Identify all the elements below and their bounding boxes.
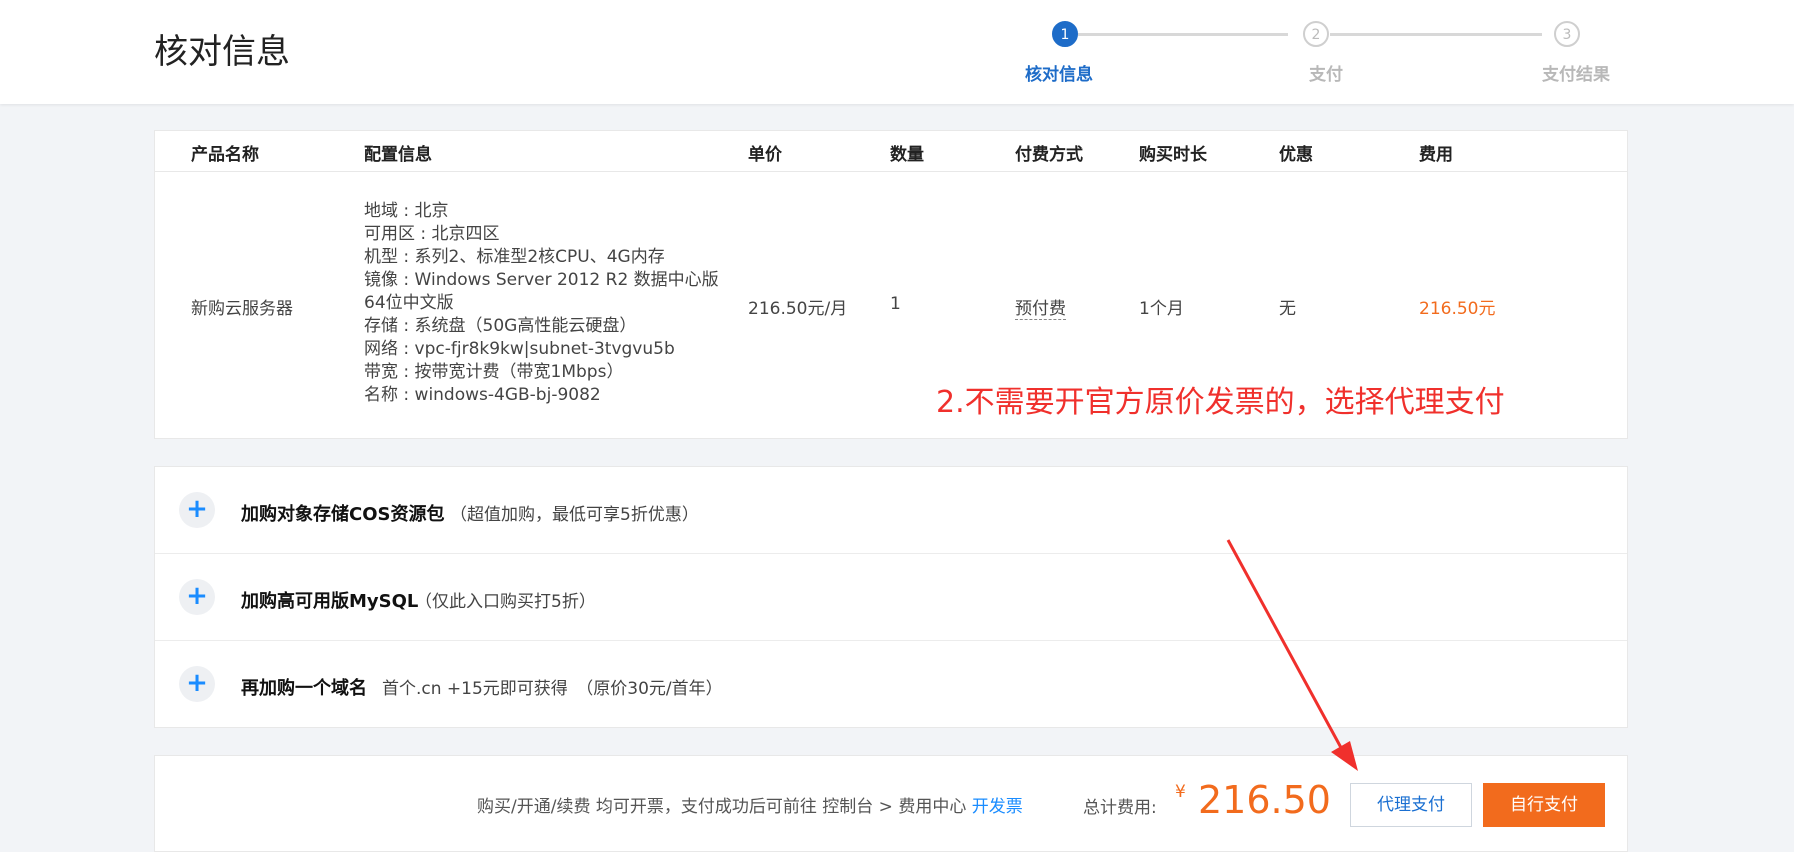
config-network: 网络 : vpc-fjr8k9kw|subnet-3tvgvu5b	[364, 339, 675, 359]
col-payment-method: 付费方式	[1015, 145, 1083, 165]
step-2-circle: 2	[1303, 21, 1329, 47]
invoice-note: 购买/开通/续费 均可开票，支付成功后可前往 控制台 > 费用中心 开发票	[477, 792, 1023, 817]
addon-item-domain: + 再加购一个域名 首个.cn +15元即可获得 （原价30元/首年）	[155, 641, 1627, 728]
progress-steps: 1 核对信息 2 支付 3 支付结果	[1025, 18, 1610, 88]
page-title: 核对信息	[154, 32, 290, 72]
step-3-label: 支付结果	[1542, 65, 1610, 85]
addon-item-mysql: + 加购高可用版MySQL （仅此入口购买打5折）	[155, 554, 1627, 641]
total-label: 总计费用:	[1083, 798, 1157, 818]
step-3-circle: 3	[1554, 21, 1580, 47]
addon-title: 加购对象存储COS资源包	[241, 504, 445, 525]
addon-item-cos: + 加购对象存储COS资源包 （超值加购，最低可享5折优惠）	[155, 467, 1627, 554]
top-header: 核对信息 1 核对信息 2 支付 3 支付结果	[0, 0, 1794, 104]
addon-list: + 加购对象存储COS资源包 （超值加购，最低可享5折优惠） + 加购高可用版M…	[154, 466, 1628, 728]
checkout-footer: 购买/开通/续费 均可开票，支付成功后可前往 控制台 > 费用中心 开发票 总计…	[154, 755, 1628, 852]
total-amount: 216.50	[1198, 778, 1331, 822]
col-fee: 费用	[1419, 145, 1453, 165]
self-pay-button[interactable]: 自行支付	[1483, 783, 1605, 827]
config-name: 名称 : windows-4GB-bj-9082	[364, 385, 601, 405]
step-connector	[1330, 33, 1542, 36]
addon-desc: 首个.cn +15元即可获得 （原价30元/首年）	[382, 679, 723, 699]
order-table: 产品名称 配置信息 单价 数量 付费方式 购买时长 优惠 费用 新购云服务器 地…	[154, 130, 1628, 439]
config-bandwidth: 带宽 : 按带宽计费（带宽1Mbps）	[364, 362, 624, 382]
col-duration: 购买时长	[1139, 145, 1207, 165]
addon-desc: （仅此入口购买打5折）	[415, 592, 596, 612]
step-connector	[1078, 33, 1288, 36]
quantity: 1	[890, 294, 901, 314]
duration: 1个月	[1139, 299, 1184, 319]
fee: 216.50元	[1419, 299, 1496, 319]
invoice-note-text: 购买/开通/续费 均可开票，支付成功后可前往 控制台 > 费用中心	[477, 797, 972, 817]
annotation-text: 2.不需要开官方原价发票的，选择代理支付	[936, 385, 1505, 420]
payment-method[interactable]: 预付费	[1015, 294, 1066, 320]
addon-desc: （超值加购，最低可享5折优惠）	[450, 505, 699, 525]
col-product-name: 产品名称	[191, 145, 259, 165]
config-region: 地域 : 北京	[364, 201, 449, 221]
config-storage: 存储 : 系统盘（50G高性能云硬盘）	[364, 316, 637, 336]
invoice-link[interactable]: 开发票	[972, 797, 1023, 817]
unit-price: 216.50元/月	[748, 299, 848, 319]
col-unit-price: 单价	[748, 145, 782, 165]
plus-icon[interactable]: +	[179, 492, 215, 528]
col-quantity: 数量	[890, 145, 924, 165]
plus-icon[interactable]: +	[179, 666, 215, 702]
step-1-circle: 1	[1052, 21, 1078, 47]
config-image: 镜像 : Windows Server 2012 R2 数据中心版	[364, 270, 719, 290]
plus-icon[interactable]: +	[179, 579, 215, 615]
col-discount: 优惠	[1279, 145, 1313, 165]
step-2-label: 支付	[1309, 65, 1343, 85]
product-name: 新购云服务器	[191, 299, 293, 319]
currency-symbol: ¥	[1175, 782, 1186, 802]
agent-pay-button[interactable]: 代理支付	[1350, 783, 1472, 827]
step-1-label: 核对信息	[1025, 65, 1093, 85]
discount: 无	[1279, 299, 1296, 319]
config-info: 地域 : 北京 可用区 : 北京四区 机型 : 系列2、标准型2核CPU、4G内…	[364, 200, 719, 407]
config-zone: 可用区 : 北京四区	[364, 224, 500, 244]
table-header: 产品名称 配置信息 单价 数量 付费方式 购买时长 优惠 费用	[155, 131, 1627, 172]
config-instance-type: 机型 : 系列2、标准型2核CPU、4G内存	[364, 247, 665, 267]
addon-title: 再加购一个域名	[241, 678, 367, 699]
col-config: 配置信息	[364, 145, 432, 165]
config-image-cont: 64位中文版	[364, 293, 454, 313]
addon-title: 加购高可用版MySQL	[241, 591, 419, 612]
